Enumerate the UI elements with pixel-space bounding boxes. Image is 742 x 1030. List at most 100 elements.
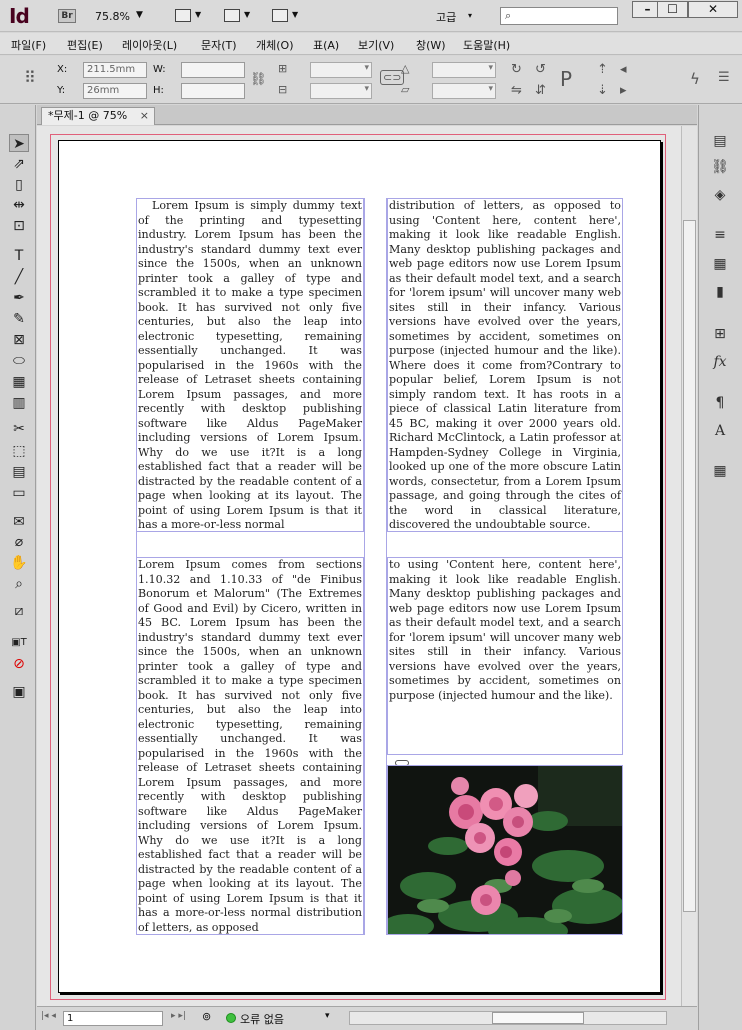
rectangle-frame-tool-icon[interactable]: ⊠ [9, 331, 29, 349]
zoom-tool-icon[interactable]: ⌕ [9, 575, 29, 593]
menu-edit[interactable]: 편집(E) [67, 37, 103, 53]
lightning-icon[interactable]: ϟ [690, 70, 700, 88]
menu-view[interactable]: 보기(V) [358, 37, 394, 53]
swatches-panel-icon[interactable]: ▦ [709, 254, 731, 274]
ellipse-tool-icon[interactable]: ⬭ [9, 352, 29, 370]
menu-table[interactable]: 표(A) [313, 37, 339, 53]
search-input[interactable]: ⌕ [500, 7, 618, 25]
workspace-switcher[interactable]: 고급 [436, 9, 456, 25]
scroll-thumb[interactable] [492, 1012, 584, 1024]
hand-tool-icon[interactable]: ✋ [9, 554, 29, 572]
next-page-icon[interactable]: ▸ ▸| [171, 1011, 186, 1021]
horizontal-scrollbar[interactable] [349, 1011, 667, 1025]
panel-menu-icon[interactable]: ☰ [718, 70, 730, 85]
paragraph-styles-icon[interactable]: ¶ [709, 393, 731, 413]
zoom-level[interactable]: 75.8% [95, 10, 130, 23]
rose-photo [388, 766, 622, 934]
menu-layout[interactable]: 레이아웃(L) [122, 37, 177, 53]
chevron-down-icon[interactable]: ▾ [325, 1011, 330, 1021]
page-number-field[interactable]: 1 [63, 1011, 163, 1026]
x-field[interactable]: 211.5mm [83, 62, 147, 78]
constrain-proportions-icon[interactable]: ⛓ [250, 72, 267, 87]
scale-x-dropdown[interactable] [310, 62, 372, 78]
document-tab-strip: *무제-1 @ 75% × [37, 105, 697, 125]
layers-panel-icon[interactable]: ◈ [709, 185, 731, 205]
formatting-container-icon[interactable]: ▣T [9, 634, 29, 652]
pencil-tool-icon[interactable]: ✎ [9, 310, 29, 328]
menu-window[interactable]: 창(W) [416, 37, 446, 53]
close-button[interactable]: ✕ [688, 1, 738, 18]
scissors-tool-icon[interactable]: ✂ [9, 420, 29, 438]
menu-type[interactable]: 문자(T) [201, 37, 237, 53]
content-collector-icon[interactable]: ⊡ [9, 217, 29, 235]
chevron-down-icon[interactable]: ▼ [136, 10, 143, 20]
line-tool-icon[interactable]: ╱ [9, 268, 29, 286]
preflight-menu-icon[interactable]: ⊚ [202, 1010, 211, 1023]
image-frame[interactable] [387, 765, 623, 935]
pages-panel-icon[interactable]: ▤ [709, 131, 731, 151]
bridge-button[interactable]: Br [58, 9, 76, 23]
vertical-scrollbar[interactable] [681, 126, 697, 1006]
vertical-grid-tool-icon[interactable]: ▥ [9, 394, 29, 412]
eyedropper-tool-icon[interactable]: ⌀ [9, 533, 29, 551]
scale-y-dropdown[interactable] [310, 83, 372, 99]
text-frame[interactable]: Lorem Ipsum comes from sections 1.10.32 … [136, 557, 364, 935]
stroke-panel-icon[interactable]: ≡ [709, 225, 731, 245]
view-options-icon[interactable] [175, 9, 191, 22]
rotate-cw-icon[interactable]: ↻ [511, 62, 522, 77]
select-next-icon[interactable]: ▸ [620, 83, 627, 98]
type-tool-icon[interactable]: T [9, 247, 29, 265]
rotation-dropdown[interactable] [432, 62, 496, 78]
gap-tool-icon[interactable]: ⇹ [9, 196, 29, 214]
flip-horizontal-icon[interactable]: ⇋ [511, 83, 522, 98]
effects-panel-icon[interactable]: fx [709, 352, 731, 372]
first-page-icon[interactable]: |◂ ◂ [41, 1011, 56, 1021]
flip-vertical-icon[interactable]: ⇵ [535, 83, 546, 98]
text-frame[interactable]: to using 'Content here, content here', m… [387, 557, 623, 755]
rotate-ccw-icon[interactable]: ↺ [535, 62, 546, 77]
h-field[interactable] [181, 83, 245, 99]
menu-help[interactable]: 도움말(H) [463, 37, 510, 53]
document-page[interactable]: Lorem Ipsum is simply dummy text of the … [58, 140, 661, 993]
pasteboard[interactable]: Lorem Ipsum is simply dummy text of the … [37, 126, 681, 1006]
select-content-icon[interactable]: ⇣ [597, 83, 608, 98]
tab-document[interactable]: *무제-1 @ 75% × [41, 107, 155, 125]
close-icon[interactable]: × [140, 108, 149, 124]
select-container-icon[interactable]: ⇡ [597, 62, 608, 77]
character-styles-icon[interactable]: A [709, 421, 731, 441]
chevron-down-icon[interactable]: ▾ [468, 11, 472, 20]
text-frame[interactable]: Lorem Ipsum is simply dummy text of the … [136, 198, 364, 532]
row-gutter [136, 531, 623, 558]
menu-object[interactable]: 개체(O) [256, 37, 293, 53]
menu-file[interactable]: 파일(F) [11, 37, 46, 53]
scroll-thumb[interactable] [683, 220, 696, 912]
reference-point-icon[interactable]: ⠿ [24, 68, 36, 87]
y-field[interactable]: 26mm [83, 83, 147, 99]
gradient-panel-icon[interactable]: ▮ [709, 282, 731, 302]
pen-tool-icon[interactable]: ✒ [9, 289, 29, 307]
apply-none-icon[interactable]: ⊘ [9, 655, 29, 673]
horizontal-grid-tool-icon[interactable]: ▦ [9, 373, 29, 391]
maximize-button[interactable]: ☐ [657, 1, 688, 18]
chevron-down-icon[interactable]: ▼ [244, 10, 250, 19]
gradient-swatch-tool-icon[interactable]: ▤ [9, 463, 29, 481]
links-panel-icon[interactable]: ⛓ [709, 157, 731, 177]
note-tool-icon[interactable]: ✉ [9, 513, 29, 531]
w-field[interactable] [181, 62, 245, 78]
selection-tool-icon[interactable]: ➤ [9, 134, 29, 152]
text-wrap-panel-icon[interactable]: ⊞ [709, 324, 731, 344]
direct-selection-tool-icon[interactable]: ⇗ [9, 155, 29, 173]
fill-stroke-icon[interactable]: ⧄ [9, 602, 29, 620]
chevron-down-icon[interactable]: ▼ [292, 10, 298, 19]
chevron-down-icon[interactable]: ▼ [195, 10, 201, 19]
page-tool-icon[interactable]: ▯ [9, 176, 29, 194]
text-frame[interactable]: distribution of letters, as opposed to u… [387, 198, 623, 532]
table-panel-icon[interactable]: ▦ [709, 461, 731, 481]
screen-mode-icon[interactable]: ▣ [9, 683, 29, 701]
gradient-feather-tool-icon[interactable]: ▭ [9, 484, 29, 502]
arrange-documents-icon[interactable] [272, 9, 288, 22]
select-previous-icon[interactable]: ◂ [620, 62, 627, 77]
shear-dropdown[interactable] [432, 83, 496, 99]
free-transform-tool-icon[interactable]: ⬚ [9, 442, 29, 460]
screen-mode-icon[interactable] [224, 9, 240, 22]
